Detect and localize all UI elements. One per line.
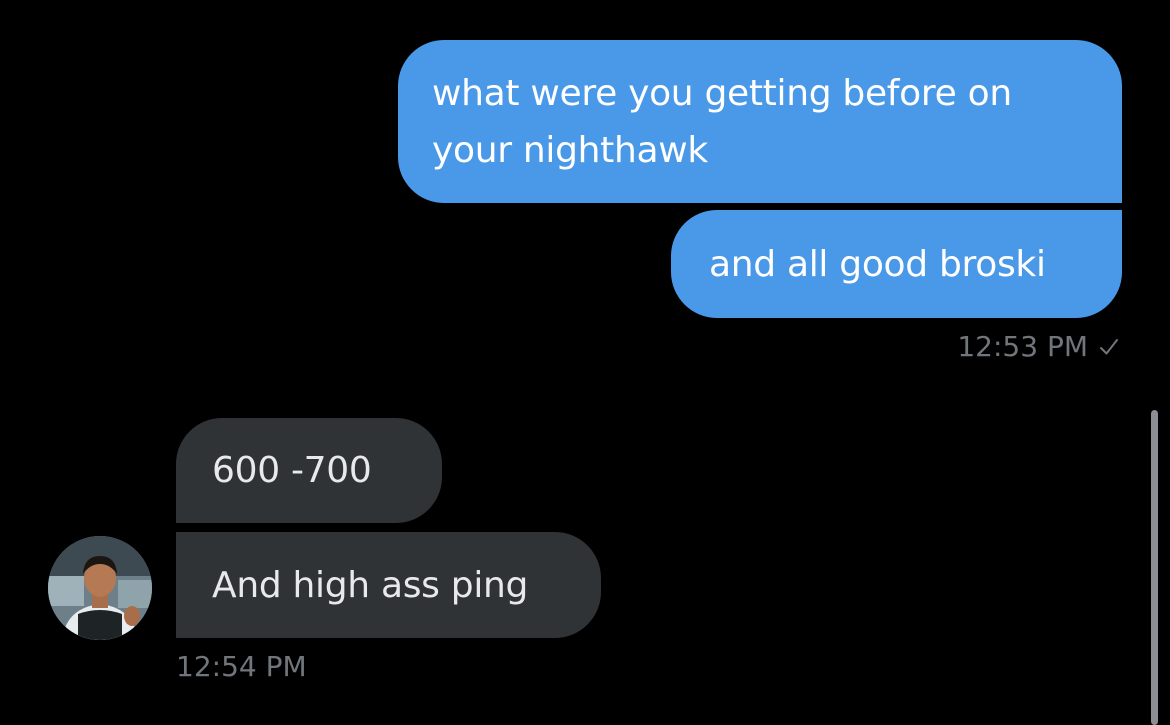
timestamp-text: 12:54 PM [176,650,307,683]
received-message-bubble[interactable]: 600 -700 [176,418,442,523]
message-text: what were you getting before on your nig… [432,73,1012,171]
scrollbar[interactable] [1151,410,1158,725]
message-text: And high ass ping [212,565,529,606]
message-text: and all good broski [709,244,1046,285]
received-timestamp: 12:54 PM [176,650,307,683]
avatar-image [48,536,152,640]
avatar[interactable] [48,536,152,640]
message-text: 600 -700 [212,450,372,491]
timestamp-text: 12:53 PM [957,330,1088,363]
sent-message-bubble[interactable]: and all good broski [671,210,1122,318]
sent-timestamp: 12:53 PM [957,330,1120,363]
sent-message-bubble[interactable]: what were you getting before on your nig… [398,40,1122,203]
received-message-bubble[interactable]: And high ass ping [176,532,601,638]
checkmark-icon [1098,336,1120,358]
